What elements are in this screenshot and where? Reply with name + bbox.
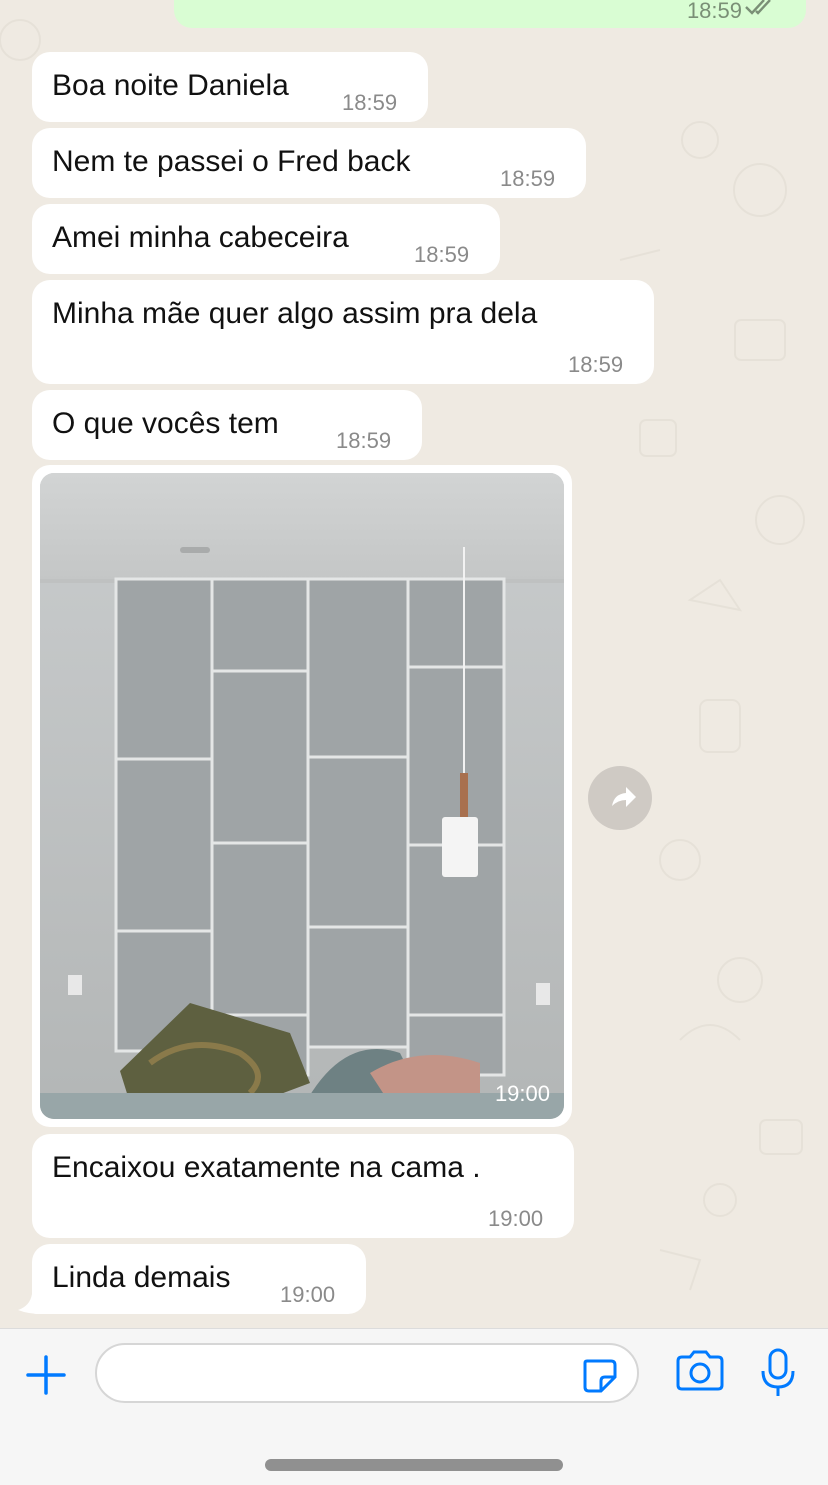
message-text: Amei minha cabeceira xyxy=(52,221,349,254)
plus-icon[interactable] xyxy=(24,1353,68,1397)
message-text: Linda demais xyxy=(52,1261,231,1294)
headboard-photo[interactable]: 19:00 xyxy=(40,473,564,1119)
photo-message[interactable]: 19:00 xyxy=(32,465,572,1127)
outgoing-message[interactable]: 18:59 xyxy=(174,0,806,28)
message-bubble[interactable]: Nem te passei o Fred back 18:59 xyxy=(32,128,586,198)
bubble-tail xyxy=(18,1294,42,1314)
message-time: 18:59 xyxy=(342,90,398,115)
chat-area[interactable]: 18:59 Boa noite Daniela 18:59 Nem te pas… xyxy=(0,0,828,1328)
message-time: 19:00 xyxy=(488,1206,544,1231)
message-time: 18:59 xyxy=(568,352,624,377)
message-time: 19:00 xyxy=(280,1282,336,1307)
message-time: 18:59 xyxy=(414,242,470,267)
camera-icon[interactable] xyxy=(674,1349,726,1393)
message-bubble[interactable]: Linda demais 19:00 xyxy=(32,1244,366,1314)
message-text: Nem te passei o Fred back xyxy=(52,145,411,178)
message-bubble[interactable]: Encaixou exatamente na cama . 19:00 xyxy=(32,1134,574,1238)
message-input[interactable] xyxy=(95,1343,639,1403)
double-check-icon xyxy=(745,0,771,15)
message-text: Boa noite Daniela xyxy=(52,69,289,102)
message-time: 18:59 xyxy=(500,166,556,191)
message-text: Encaixou exatamente na cama . xyxy=(52,1151,481,1184)
home-indicator xyxy=(265,1459,563,1471)
forward-icon xyxy=(612,787,636,807)
microphone-icon[interactable] xyxy=(758,1347,798,1399)
message-bubble[interactable]: O que vocês tem 18:59 xyxy=(32,390,422,460)
message-bubble[interactable]: Boa noite Daniela 18:59 xyxy=(32,52,428,122)
message-text: Minha mãe quer algo assim pra dela xyxy=(52,297,538,330)
photo-image xyxy=(40,473,564,1119)
forward-button[interactable] xyxy=(588,766,652,830)
message-time: 18:59 xyxy=(336,428,392,453)
message-time: 18:59 xyxy=(686,0,742,23)
sticker-icon[interactable] xyxy=(579,1355,619,1395)
message-bubble[interactable]: Amei minha cabeceira 18:59 xyxy=(32,204,500,274)
message-bubble[interactable]: Minha mãe quer algo assim pra dela 18:59 xyxy=(32,280,654,384)
photo-time: 19:00 xyxy=(494,1081,550,1106)
message-text: O que vocês tem xyxy=(52,407,279,440)
composer-bar xyxy=(0,1328,828,1485)
